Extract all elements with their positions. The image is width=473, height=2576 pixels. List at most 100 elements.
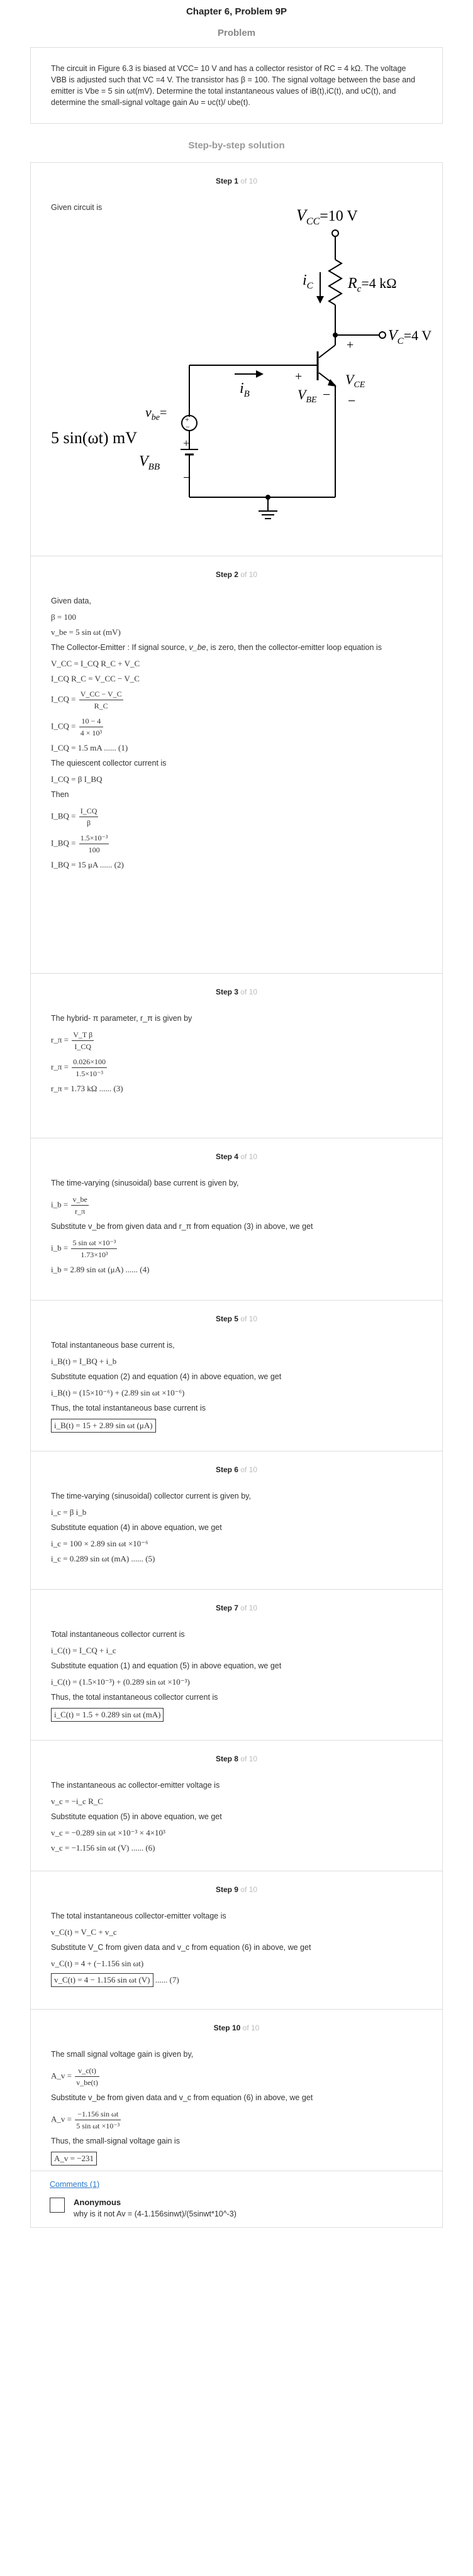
- step-label: Step 1: [215, 177, 238, 185]
- step-8: Step 8 of 10 The instantaneous ac collec…: [31, 1741, 442, 1871]
- step-4: Step 4 of 10 The time-varying (sinusoida…: [31, 1138, 442, 1301]
- comment-text: why is it not Av = (4-1.156sinwt)/(5sinw…: [74, 2210, 237, 2218]
- step-text: Thus, the small-signal voltage gain is: [51, 2137, 180, 2145]
- comments-link[interactable]: Comments (1): [50, 2180, 99, 2189]
- equation: i_b = 2.89 sin ωt (μA) ...... (4): [51, 1265, 150, 1274]
- equation: I_CQ = 10 − 44 × 10³: [51, 717, 104, 737]
- equation: I_CQ = V_CC − V_C R_C: [51, 690, 123, 710]
- signal-value: 5 sin(ωt) mV: [51, 429, 137, 447]
- step-of: of 10: [242, 2023, 260, 2032]
- equation: v_C(t) = 4 + (−1.156 sin ωt): [51, 1959, 144, 1968]
- equation: v_c = −0.289 sin ωt ×10⁻³ × 4×10³: [51, 1828, 165, 1837]
- equation: A_v = v_c(t) v_be(t): [51, 2066, 99, 2087]
- equation: v_c = −i_c R_C: [51, 1797, 103, 1806]
- problem-text: The circuit in Figure 6.3 is biased at V…: [51, 64, 416, 107]
- step-of: of 10: [240, 988, 258, 996]
- equation: v_c = −1.156 sin ωt (V) ...... (6): [51, 1843, 155, 1852]
- step-of: of 10: [240, 1754, 258, 1763]
- step-label: Step 9: [215, 1885, 238, 1894]
- step-of: of 10: [240, 1465, 258, 1474]
- step-text: The hybrid- π parameter, r_π is given by: [51, 1014, 192, 1023]
- rc-label: Rc=4 kΩ: [347, 275, 397, 294]
- step-of: of 10: [240, 1885, 258, 1894]
- step-text: Thus, the total instantaneous collector …: [51, 1693, 218, 1702]
- equation: I_BQ = 15 μA ...... (2): [51, 860, 124, 869]
- equation: I_CQ R_C = V_CC − V_C: [51, 674, 140, 683]
- chapter-title: Chapter 6, Problem 9P: [186, 6, 287, 17]
- equation: i_b = 5 sin ωt ×10⁻³ 1.73×10³: [51, 1238, 118, 1259]
- step-text: Substitute equation (2) and equation (4)…: [51, 1372, 282, 1381]
- svg-text:−: −: [323, 387, 330, 402]
- step-label: Step 10: [213, 2023, 241, 2032]
- equation: i_c = 0.289 sin ωt (mA) ...... (5): [51, 1554, 155, 1563]
- equation: r_π = 1.73 kΩ ...... (3): [51, 1084, 123, 1093]
- step-of: of 10: [240, 1314, 258, 1323]
- step-5: Step 5 of 10 Total instantaneous base cu…: [31, 1301, 442, 1451]
- equation: v_be = 5 sin ωt (mV): [51, 627, 121, 637]
- step-text: The quiescent collector current is: [51, 759, 167, 768]
- step-9: Step 9 of 10 The total instantaneous col…: [31, 1871, 442, 2010]
- solution-label: Step-by-step solution: [188, 140, 285, 151]
- step-text: The small signal voltage gain is given b…: [51, 2050, 194, 2059]
- equation: r_π = 0.026×100 1.5×10⁻³: [51, 1057, 108, 1078]
- equation: i_b = v_be r_π: [51, 1195, 89, 1216]
- equation: V_CC = I_CQ R_C + V_C: [51, 659, 140, 668]
- step-header: Step 9 of 10: [51, 1885, 422, 1894]
- svg-text:−: −: [186, 422, 190, 431]
- result-box: v_C(t) = 4 − 1.156 sin ωt (V) ...... (7): [51, 1973, 422, 1987]
- svg-text:+: +: [183, 437, 189, 449]
- step-label: Step 5: [215, 1314, 238, 1323]
- step-text: The time-varying (sinusoidal) base curre…: [51, 1179, 239, 1187]
- step-1: Step 1 of 10 Given circuit is VCC=10 V R…: [31, 163, 442, 556]
- step-header: Step 10 of 10: [51, 2023, 422, 2032]
- vbb-label: VBB: [139, 453, 160, 472]
- step-text: Substitute equation (1) and equation (5)…: [51, 1661, 282, 1670]
- step-text: Thus, the total instantaneous base curre…: [51, 1404, 206, 1412]
- problem-box: The circuit in Figure 6.3 is biased at V…: [30, 47, 443, 124]
- step-7: Step 7 of 10 Total instantaneous collect…: [31, 1590, 442, 1741]
- step-header: Step 8 of 10: [51, 1754, 422, 1763]
- circuit-diagram: VCC=10 V Rc=4 kΩ iC VC=4 V + VCE − iB + …: [51, 206, 431, 519]
- ib-label: iB: [240, 380, 250, 399]
- step-text: Substitute equation (5) in above equatio…: [51, 1812, 222, 1821]
- steps-container: Step 1 of 10 Given circuit is VCC=10 V R…: [30, 162, 443, 2171]
- equation: I_BQ = I_CQ β: [51, 806, 99, 827]
- step-label: Step 8: [215, 1754, 238, 1763]
- step-header: Step 7 of 10: [51, 1604, 422, 1612]
- svg-text:−: −: [348, 393, 355, 409]
- step-header: Step 1 of 10: [51, 177, 422, 185]
- step-text: The time-varying (sinusoidal) collector …: [51, 1492, 251, 1500]
- step-header: Step 6 of 10: [51, 1465, 422, 1474]
- step-text: The instantaneous ac collector-emitter v…: [51, 1781, 220, 1790]
- vcc-terminal: [331, 229, 339, 237]
- comment-body: Anonymous why is it not Av = (4-1.156sin…: [74, 2198, 237, 2218]
- comment: Anonymous why is it not Av = (4-1.156sin…: [50, 2198, 423, 2218]
- step-text: Substitute v_be from given data and v_c …: [51, 2093, 313, 2102]
- step-of: of 10: [240, 570, 258, 579]
- step-2: Step 2 of 10 Given data, β = 100 v_be = …: [31, 556, 442, 974]
- comments-section: Comments (1) Anonymous why is it not Av …: [30, 2171, 443, 2228]
- equation: i_C(t) = I_CQ + i_c: [51, 1646, 116, 1655]
- vcc-label: VCC=10 V: [296, 206, 358, 227]
- svg-text:+: +: [295, 370, 302, 383]
- rc-resistor: [328, 259, 343, 305]
- step-3: Step 3 of 10 The hybrid- π parameter, r_…: [31, 974, 442, 1138]
- vc-label: VC=4 V: [388, 328, 431, 346]
- vc-terminal: [379, 331, 386, 339]
- result-box: i_B(t) = 15 + 2.89 sin ωt (μA): [51, 1419, 422, 1433]
- step-text: The Collector-Emitter : If signal source…: [51, 643, 382, 652]
- vce-label: VCE: [345, 372, 365, 390]
- equation: I_CQ = 1.5 mA ...... (1): [51, 743, 128, 752]
- equation: i_B(t) = (15×10⁻⁶) + (2.89 sin ωt ×10⁻⁶): [51, 1388, 185, 1397]
- step-text: Then: [51, 790, 69, 799]
- problem-label: Problem: [217, 28, 255, 38]
- step-header: Step 2 of 10: [51, 570, 422, 579]
- equation: i_c = β i_b: [51, 1507, 87, 1517]
- vbe-label: VBE: [298, 387, 317, 405]
- step-text: Substitute equation (4) in above equatio…: [51, 1523, 222, 1532]
- result-box: i_C(t) = 1.5 + 0.289 sin ωt (mA): [51, 1708, 422, 1722]
- step-label: Step 4: [215, 1152, 238, 1161]
- step-of: of 10: [240, 1152, 258, 1161]
- comment-author: Anonymous: [74, 2198, 121, 2207]
- step-text: Total instantaneous collector current is: [51, 1630, 185, 1639]
